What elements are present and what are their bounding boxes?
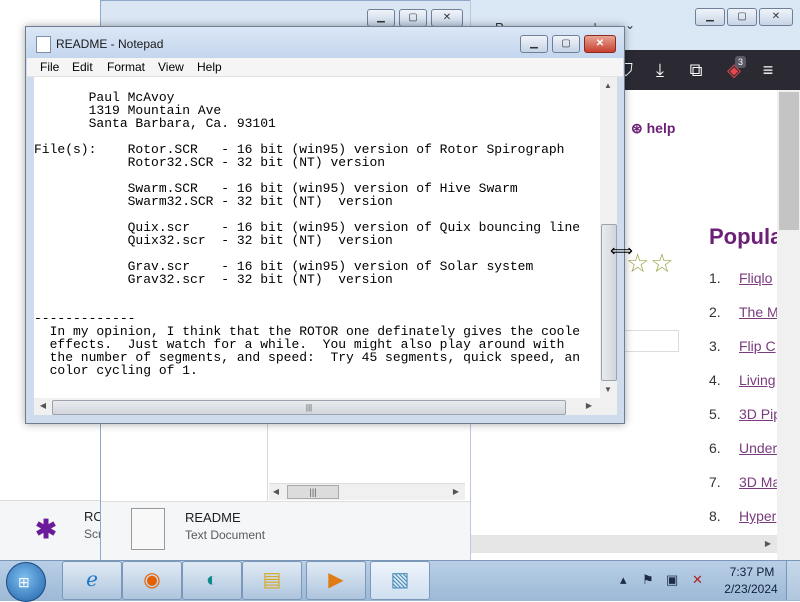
popular-list-item[interactable]: 7. 3D Ma: [709, 474, 780, 494]
browser-scroll-right-icon[interactable]: ▶: [761, 537, 775, 551]
scroll-left-icon[interactable]: ◀: [36, 399, 50, 413]
notepad-titlebar[interactable]: README - Notepad ▁ ▢ ✕: [26, 27, 624, 58]
browser-maximize-button[interactable]: ▢: [727, 8, 757, 26]
internet-explorer-icon: ℯ: [86, 569, 98, 591]
popular-item-link[interactable]: 3D Pip: [739, 406, 781, 422]
popular-list-item[interactable]: 2. The M: [709, 304, 779, 324]
window-title: README - Notepad: [56, 37, 164, 51]
popular-item-number: 1.: [709, 270, 721, 286]
explorer-close-button[interactable]: ✕: [431, 9, 463, 27]
popular-item-link[interactable]: Hyper: [739, 508, 776, 524]
menu-format[interactable]: Format: [102, 59, 150, 75]
extensions-icon[interactable]: ⧉: [681, 50, 711, 90]
taskbar-firefox[interactable]: ◉: [122, 561, 182, 600]
explorer-hscroll-thumb[interactable]: |||: [287, 485, 339, 499]
taskbar-edge[interactable]: ◐: [182, 561, 242, 600]
menu-view[interactable]: View: [153, 59, 189, 75]
document-text[interactable]: Paul McAvoy 1319 Mountain Ave Santa Barb…: [34, 77, 600, 377]
windows-start-icon: ⊞: [18, 574, 30, 590]
ublock-extension-icon[interactable]: ◈ 3: [719, 50, 749, 90]
scroll-up-icon[interactable]: ▲: [601, 79, 615, 93]
browser-close-button[interactable]: ✕: [759, 8, 793, 26]
popular-list-item[interactable]: 1. Fliqlo: [709, 270, 772, 290]
popular-item-link[interactable]: Fliqlo: [739, 270, 772, 286]
explorer-maximize-button[interactable]: ▢: [399, 9, 427, 27]
popular-item-link[interactable]: Under: [739, 440, 777, 456]
popular-list-item[interactable]: 3. Flip C: [709, 338, 776, 358]
popular-item-link[interactable]: Living: [739, 372, 776, 388]
network-icon[interactable]: ▣: [666, 572, 678, 588]
menu-help[interactable]: Help: [192, 59, 227, 75]
left-file-item[interactable]: ✱ RO Scr: [0, 500, 104, 561]
text-editor-area[interactable]: Paul McAvoy 1319 Mountain Ave Santa Barb…: [34, 77, 600, 402]
popular-item-link[interactable]: Flip C: [739, 338, 776, 354]
lifebuoy-icon: ⊛: [631, 120, 643, 136]
tab-list-chevron-icon[interactable]: ⌄: [625, 18, 635, 32]
clock-time[interactable]: 7:37 PM: [722, 565, 782, 579]
popular-heading: Popula: [709, 224, 783, 249]
horizontal-scroll-thumb[interactable]: |||: [52, 400, 566, 415]
scroll-left-icon[interactable]: ◀: [269, 485, 283, 499]
browser-vscroll-thumb[interactable]: [779, 92, 799, 230]
notepad-icon: ▧: [390, 569, 410, 591]
edge-icon: ◐: [205, 569, 219, 591]
file-type: Text Document: [185, 528, 266, 542]
rating-stars[interactable]: ☆☆: [626, 248, 675, 279]
notepad-window: README - Notepad ▁ ▢ ✕ File Edit Format …: [25, 26, 625, 424]
menu-file[interactable]: File: [35, 59, 64, 75]
menu-bar: File Edit Format View Help: [27, 58, 623, 77]
menu-icon[interactable]: ≡: [753, 50, 783, 90]
taskbar-file-explorer[interactable]: ▤: [242, 561, 302, 600]
clock-date[interactable]: 2/23/2024: [716, 582, 786, 596]
taskbar-ie[interactable]: ℯ: [62, 561, 122, 600]
popular-list-item[interactable]: 4. Living: [709, 372, 776, 392]
file-name: README: [185, 510, 241, 525]
scroll-right-icon[interactable]: ▶: [582, 399, 596, 413]
firefox-icon: ◉: [143, 569, 161, 591]
extension-badge: 3: [735, 56, 747, 68]
taskbar-notepad[interactable]: ▧: [370, 561, 430, 600]
download-icon[interactable]: ⤓: [645, 50, 675, 90]
popular-list-item[interactable]: 5. 3D Pip: [709, 406, 781, 426]
popular-item-number: 4.: [709, 372, 721, 388]
tray-expand-icon[interactable]: ▴: [620, 572, 627, 588]
help-link[interactable]: ⊛ help: [631, 120, 675, 137]
action-center-flag-icon[interactable]: ⚑: [642, 572, 654, 588]
scroll-down-icon[interactable]: ▼: [601, 383, 615, 397]
explorer-titlebar[interactable]: ▁ ▢ ✕: [101, 1, 471, 29]
browser-horizontal-scrollbar[interactable]: ▶: [471, 535, 777, 553]
resize-cursor-icon: ⟺: [610, 243, 633, 260]
show-desktop-button[interactable]: [786, 561, 800, 600]
volume-muted-icon[interactable]: ✕: [692, 572, 703, 588]
popular-item-number: 2.: [709, 304, 721, 320]
menu-edit[interactable]: Edit: [67, 59, 98, 75]
popular-item-number: 6.: [709, 440, 721, 456]
popular-item-number: 8.: [709, 508, 721, 524]
file-explorer-icon: ▤: [262, 569, 282, 591]
minimize-button[interactable]: ▁: [520, 35, 548, 53]
popular-list-item[interactable]: 8. Hyper: [709, 508, 776, 528]
popular-item-number: 7.: [709, 474, 721, 490]
scroll-right-icon[interactable]: ▶: [449, 485, 463, 499]
notepad-app-icon: [36, 36, 51, 53]
popular-item-number: 5.: [709, 406, 721, 422]
popular-item-link[interactable]: 3D Ma: [739, 474, 780, 490]
readme-file-item[interactable]: README Text Document: [101, 501, 473, 562]
browser-minimize-button[interactable]: ▁: [695, 8, 725, 26]
close-button[interactable]: ✕: [584, 35, 616, 53]
help-label: help: [646, 120, 676, 136]
media-player-icon: ▶: [328, 569, 344, 591]
explorer-minimize-button[interactable]: ▁: [367, 9, 395, 27]
popular-list-item[interactable]: 6. Under: [709, 440, 777, 460]
popular-item-number: 3.: [709, 338, 721, 354]
text-document-icon: [131, 508, 165, 550]
screensaver-file-icon: ✱: [35, 514, 57, 544]
popular-item-link[interactable]: The M: [739, 304, 779, 320]
taskbar-media-player[interactable]: ▶: [306, 561, 366, 600]
maximize-button[interactable]: ▢: [552, 35, 580, 53]
